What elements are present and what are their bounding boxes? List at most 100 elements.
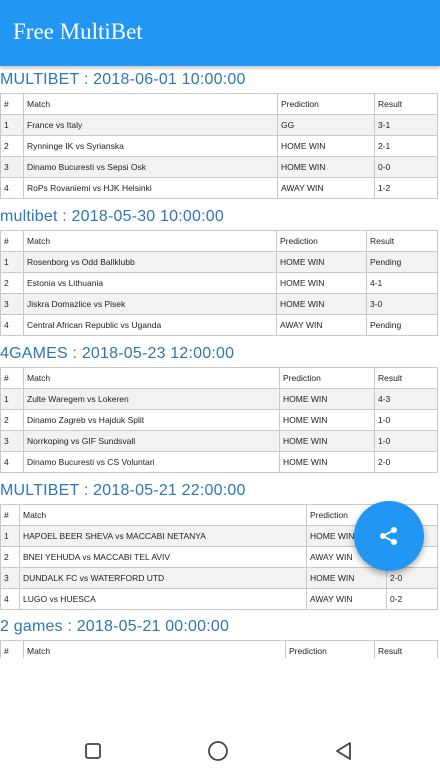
- share-icon: [380, 527, 397, 545]
- row-num: 3: [0, 156, 24, 178]
- row-match: Norrkoping vs GIF Sundsvall: [23, 430, 280, 452]
- table-row: 4 RoPs Rovaniemi vs HJK Helsinki AWAY WI…: [0, 177, 438, 199]
- col-match-header: Match: [23, 367, 280, 389]
- row-prediction: HOME WIN: [276, 272, 367, 294]
- col-prediction-header: Prediction: [279, 367, 375, 389]
- row-match: RoPs Rovaniemi vs HJK Helsinki: [23, 177, 278, 199]
- app-bar: Free MultiBet: [0, 0, 440, 66]
- table-row: 4 Dinamo Bucuresti vs CS Voluntari HOME …: [0, 451, 438, 473]
- bet-table: # Match Prediction Result 1 France vs It…: [0, 93, 438, 199]
- table-row: 3 Jiskra Domazlice vs Pisek HOME WIN 3-0: [0, 293, 438, 315]
- table-row: 3 DUNDALK FC vs WATERFORD UTD HOME WIN 2…: [0, 567, 438, 589]
- row-match: Dinamo Bucuresti vs CS Voluntari: [23, 451, 280, 473]
- col-num-header: #: [0, 230, 24, 252]
- table-row: 2 Rynninge IK vs Syrianska HOME WIN 2-1: [0, 135, 438, 157]
- row-num: 1: [0, 114, 24, 136]
- bet-table: # Match Prediction Result 1 Rosenborg vs…: [0, 230, 438, 336]
- row-num: 4: [0, 451, 24, 473]
- system-nav-bar: [0, 658, 440, 767]
- row-num: 2: [0, 272, 24, 294]
- row-num: 2: [0, 409, 24, 431]
- row-match: France vs Italy: [23, 114, 278, 136]
- row-num: 1: [0, 525, 20, 547]
- row-match: HAPOEL BEER SHEVA vs MACCABI NETANYA: [19, 525, 307, 547]
- row-prediction: HOME WIN: [306, 567, 387, 589]
- row-num: 3: [0, 567, 20, 589]
- section-title: MULTIBET : 2018-05-21 22:00:00: [0, 482, 246, 499]
- row-result: 3-0: [366, 293, 438, 315]
- back-icon: [336, 742, 351, 760]
- row-result: 0-2: [386, 588, 438, 610]
- row-match: Rynninge IK vs Syrianska: [23, 135, 278, 157]
- row-prediction: HOME WIN: [279, 430, 375, 452]
- home-button[interactable]: [203, 736, 233, 766]
- recent-apps-icon: [85, 743, 101, 759]
- table-row: 4 LUGO vs HUESCA AWAY WIN 0-2: [0, 588, 438, 610]
- row-num: 4: [0, 314, 24, 336]
- col-prediction-header: Prediction: [285, 640, 375, 658]
- row-result: Pending: [366, 251, 438, 273]
- table-header: # Match Prediction Result: [0, 640, 438, 658]
- section-title: 2 games : 2018-05-21 00:00:00: [0, 618, 230, 635]
- row-prediction: AWAY WIN: [276, 314, 367, 336]
- row-prediction: HOME WIN: [277, 156, 375, 178]
- col-result-header: Result: [366, 230, 438, 252]
- table-row: 1 Rosenborg vs Odd Ballklubb HOME WIN Pe…: [0, 251, 438, 273]
- col-num-header: #: [0, 367, 24, 389]
- row-prediction: HOME WIN: [279, 388, 375, 410]
- row-result: 1-2: [374, 177, 438, 199]
- row-result: 1-0: [374, 430, 438, 452]
- recent-apps-button[interactable]: [78, 736, 108, 766]
- bet-table: # Match Prediction Result 1 Zulte Warege…: [0, 367, 438, 473]
- row-num: 4: [0, 588, 20, 610]
- table-row: 4 Central African Republic vs Uganda AWA…: [0, 314, 438, 336]
- bet-list[interactable]: MULTIBET : 2018-06-01 10:00:00 # Match P…: [0, 66, 440, 658]
- row-match: Jiskra Domazlice vs Pisek: [23, 293, 277, 315]
- table-row: 1 Zulte Waregem vs Lokeren HOME WIN 4-3: [0, 388, 438, 410]
- row-prediction: HOME WIN: [279, 451, 375, 473]
- col-num-header: #: [0, 504, 20, 526]
- back-button[interactable]: [328, 736, 358, 766]
- row-num: 2: [0, 546, 20, 568]
- col-num-header: #: [0, 93, 24, 115]
- col-result-header: Result: [374, 640, 438, 658]
- bet-table: # Match Prediction Result: [0, 640, 438, 658]
- col-result-header: Result: [374, 93, 438, 115]
- table-header: # Match Prediction Result: [0, 367, 438, 389]
- row-match: DUNDALK FC vs WATERFORD UTD: [19, 567, 307, 589]
- row-prediction: AWAY WIN: [277, 177, 375, 199]
- table-row: 3 Dinamo Bucuresti vs Sepsi Osk HOME WIN…: [0, 156, 438, 178]
- row-prediction: GG: [277, 114, 375, 136]
- row-match: BNEI YEHUDA vs MACCABI TEL AVIV: [19, 546, 307, 568]
- section-title: multibet : 2018-05-30 10:00:00: [0, 208, 224, 225]
- col-match-header: Match: [19, 504, 307, 526]
- share-button[interactable]: [354, 501, 424, 571]
- row-num: 3: [0, 430, 24, 452]
- section-title: MULTIBET : 2018-06-01 10:00:00: [0, 71, 246, 88]
- col-match-header: Match: [23, 640, 286, 658]
- section-title: 4GAMES : 2018-05-23 12:00:00: [0, 345, 235, 362]
- row-match: Rosenborg vs Odd Ballklubb: [23, 251, 277, 273]
- col-num-header: #: [0, 640, 24, 658]
- row-num: 2: [0, 135, 24, 157]
- row-result: 3-1: [374, 114, 438, 136]
- table-row: 3 Norrkoping vs GIF Sundsvall HOME WIN 1…: [0, 430, 438, 452]
- row-num: 1: [0, 251, 24, 273]
- col-match-header: Match: [23, 230, 277, 252]
- col-result-header: Result: [374, 367, 438, 389]
- col-match-header: Match: [23, 93, 278, 115]
- table-row: 2 Dinamo Zagreb vs Hajduk Split HOME WIN…: [0, 409, 438, 431]
- row-result: 2-0: [374, 451, 438, 473]
- row-num: 1: [0, 388, 24, 410]
- app-title: Free MultiBet: [13, 19, 143, 44]
- row-result: 4-1: [366, 272, 438, 294]
- row-result: Pending: [366, 314, 438, 336]
- row-result: 4-3: [374, 388, 438, 410]
- row-prediction: HOME WIN: [276, 251, 367, 273]
- table-row: 1 France vs Italy GG 3-1: [0, 114, 438, 136]
- table-header: # Match Prediction Result: [0, 230, 438, 252]
- col-prediction-header: Prediction: [276, 230, 367, 252]
- row-result: 2-0: [386, 567, 438, 589]
- col-prediction-header: Prediction: [277, 93, 375, 115]
- row-num: 3: [0, 293, 24, 315]
